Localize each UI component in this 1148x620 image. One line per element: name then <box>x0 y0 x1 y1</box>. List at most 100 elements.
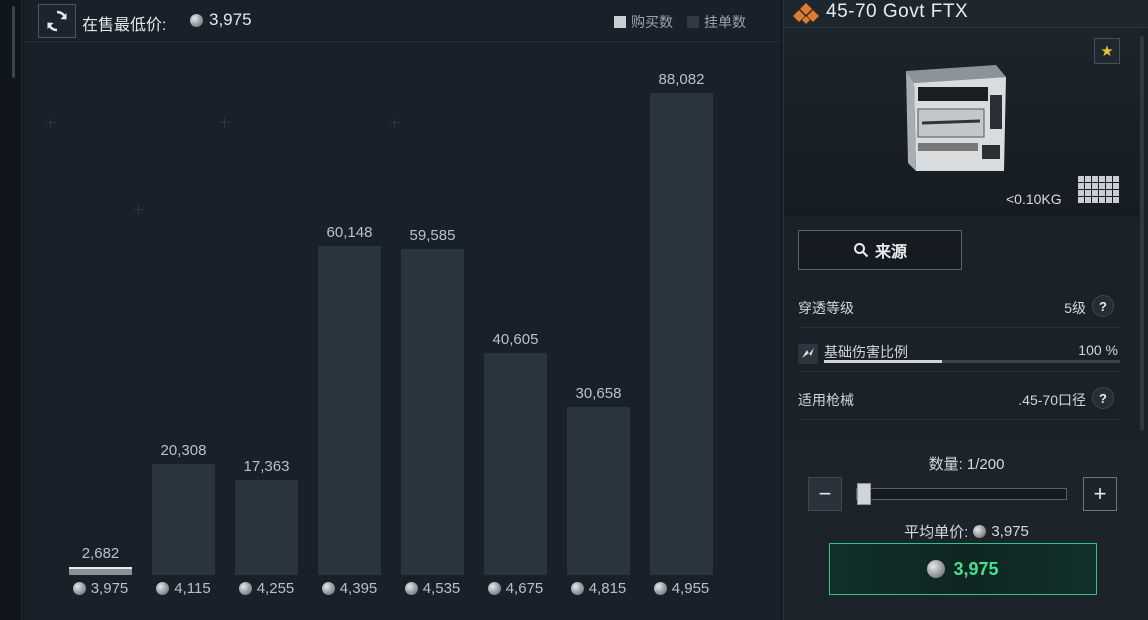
bar-chart: 2,682 3,975 20,308 4,115 17,363 4,255 60,148 4,… <box>24 43 780 620</box>
price-tick-label: 3,975 <box>56 580 146 597</box>
damage-ratio-bar <box>824 360 1120 363</box>
question-icon[interactable]: ? <box>1092 387 1114 409</box>
refresh-button[interactable] <box>38 4 76 38</box>
coin-icon <box>927 560 946 578</box>
coin-icon <box>653 582 667 595</box>
coin-icon <box>973 525 987 538</box>
source-button-label: 来源 <box>874 244 907 261</box>
bar-value-label: 30,658 <box>575 385 622 402</box>
coin-icon <box>156 582 170 595</box>
bar-listing-count[interactable] <box>650 93 713 575</box>
bar-listing-count[interactable] <box>235 480 298 575</box>
diamond-logo-icon <box>793 3 819 24</box>
bar-listing-count[interactable] <box>567 407 630 575</box>
coin-icon <box>487 582 501 595</box>
price-tick-text: 4,395 <box>339 580 378 597</box>
price-tick-label: 4,955 <box>637 580 727 597</box>
damage-ratio-fill <box>824 360 943 363</box>
question-icon[interactable]: ? <box>1092 295 1114 317</box>
bar-listing-count[interactable] <box>401 249 464 575</box>
item-panel-scrollbar[interactable] <box>1140 36 1144 431</box>
price-tick-text: 4,255 <box>256 580 295 597</box>
price-tick-text: 4,115 <box>174 580 211 597</box>
purchase-section: 数量: 1/200 − + 平均单价: 3,975 3,975 <box>784 437 1148 620</box>
item-title-bar: 45-70 Govt FTX <box>784 0 1148 28</box>
stat-label: 基础伤害比例 <box>824 344 908 360</box>
bar-listing-count[interactable] <box>318 246 381 575</box>
grid-marker <box>46 118 56 128</box>
legend-label-list: 挂单数 <box>704 14 746 30</box>
star-icon: ★ <box>1100 43 1114 60</box>
increase-quantity-button[interactable]: + <box>1083 477 1117 511</box>
chart-legend: 购买数 挂单数 <box>614 12 746 32</box>
stat-label: 适用枪械 <box>798 392 854 408</box>
lowest-price-value: 3,975 <box>209 10 252 29</box>
stat-row-weapon: 适用枪械 .45-70口径 ? <box>798 376 1120 420</box>
price-tick-text: 4,815 <box>588 580 627 597</box>
source-button[interactable]: 来源 <box>798 230 962 270</box>
quantity-label: 数量: 1/200 <box>928 456 1005 473</box>
coin-icon <box>238 582 252 595</box>
price-distribution-panel: 在售最低价: 3,975 购买数 挂单数 2,682 3,975 20,308 4,1… <box>24 0 780 620</box>
price-tick-label: 4,675 <box>471 580 561 597</box>
coin-icon <box>404 582 418 595</box>
legend-swatch-list <box>687 16 699 28</box>
stat-value: 5级 <box>1064 300 1086 316</box>
ammo-box-image <box>906 65 1006 171</box>
chart-header: 在售最低价: 3,975 购买数 挂单数 <box>24 0 780 42</box>
price-tick-text: 4,955 <box>671 580 710 597</box>
stat-label: 穿透等级 <box>798 300 854 316</box>
average-price-label: 平均单价: <box>904 524 969 541</box>
price-tick-label: 4,255 <box>222 580 312 597</box>
price-tick-label: 4,815 <box>554 580 644 597</box>
legend-item-list: 挂单数 <box>687 12 746 32</box>
bar-buy-count[interactable] <box>69 567 132 575</box>
refresh-icon <box>47 10 67 32</box>
average-price-value: 3,975 <box>991 523 1029 540</box>
lowest-price: 3,975 <box>190 10 252 30</box>
bar-value-label: 60,148 <box>326 224 373 241</box>
legend-label-buy: 购买数 <box>631 14 673 30</box>
item-detail-panel: 45-70 Govt FTX ★ <0.10KG 来源 穿透等级 5级 ? 基础… <box>783 0 1148 620</box>
item-image-area: ★ <0.10KG <box>784 29 1139 217</box>
stat-row-penetration: 穿透等级 5级 ? <box>798 284 1120 328</box>
bar-value-label: 20,308 <box>160 442 207 459</box>
favorite-button[interactable]: ★ <box>1094 38 1120 64</box>
bar-value-label: 2,682 <box>81 545 120 562</box>
grid-marker <box>220 118 230 128</box>
price-tick-label: 4,115 <box>139 580 229 597</box>
bar-listing-count[interactable] <box>152 464 215 575</box>
decrease-quantity-button[interactable]: − <box>808 477 842 511</box>
bar-value-label: 40,605 <box>492 331 539 348</box>
grid-marker <box>390 118 400 128</box>
coin-icon <box>72 582 86 595</box>
buy-button-price: 3,975 <box>953 558 999 579</box>
coin-icon <box>570 582 584 595</box>
stat-value: .45-70口径 <box>1018 392 1086 408</box>
bar-value-label: 17,363 <box>243 458 290 475</box>
legend-swatch-buy <box>614 16 626 28</box>
left-scrollbar-thumb[interactable] <box>12 6 15 78</box>
stat-row-damage: 基础伤害比例 100 % <box>798 328 1120 372</box>
grid-marker <box>134 205 144 215</box>
search-icon <box>853 243 869 258</box>
buy-button[interactable]: 3,975 <box>829 543 1097 595</box>
inventory-size-icon <box>1078 176 1119 203</box>
left-scrollbar[interactable] <box>0 0 22 620</box>
legend-item-buy: 购买数 <box>614 12 673 32</box>
coin-icon <box>190 13 203 27</box>
price-tick-text: 3,975 <box>90 580 129 597</box>
price-tick-label: 4,395 <box>305 580 395 597</box>
price-tick-text: 4,675 <box>505 580 544 597</box>
average-price: 平均单价: 3,975 <box>784 521 1148 542</box>
coin-icon <box>321 582 335 595</box>
lowest-price-label: 在售最低价: <box>82 17 167 34</box>
item-weight: <0.10KG <box>1006 191 1062 207</box>
quantity-slider[interactable] <box>856 483 1067 505</box>
price-tick-label: 4,535 <box>388 580 478 597</box>
stat-value: 100 % <box>1078 342 1118 358</box>
quantity-slider-handle[interactable] <box>857 483 871 505</box>
bar-listing-count[interactable] <box>484 353 547 575</box>
price-tick-text: 4,535 <box>422 580 461 597</box>
bar-value-label: 88,082 <box>658 71 705 88</box>
